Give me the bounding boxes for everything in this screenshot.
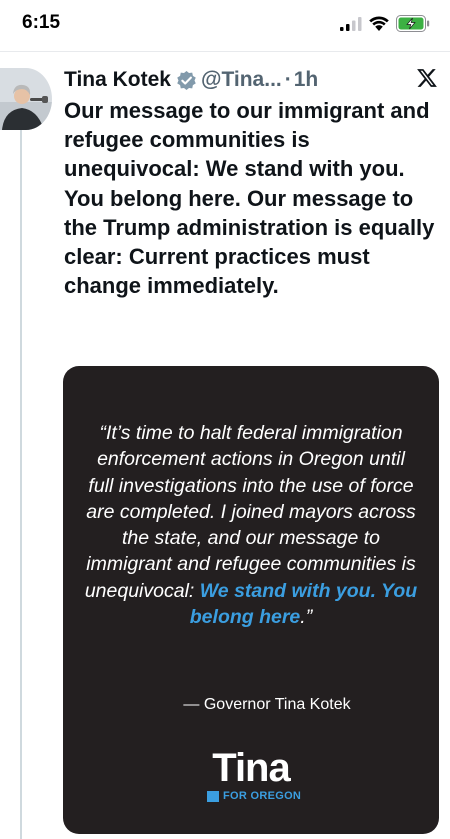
quote-attribution: — Governor Tina Kotek	[183, 696, 351, 713]
author-handle[interactable]: @Tina...	[201, 68, 282, 92]
author-display-name[interactable]: Tina Kotek	[64, 68, 171, 92]
brand-flag-icon	[207, 790, 219, 802]
status-time: 6:15	[22, 12, 61, 33]
tweet-text: Our message to our immigrant and refugee…	[64, 98, 435, 299]
tweet-media-image[interactable]: “It’s time to halt federal immigration e…	[63, 366, 439, 834]
brand-logo-subtitle: FOR OREGON	[207, 789, 301, 803]
brand-subtitle-text: FOR OREGON	[223, 790, 302, 802]
status-bar: 6:15	[0, 0, 450, 48]
status-divider	[0, 51, 450, 52]
quote-end: .”	[300, 606, 313, 629]
verified-badge-icon	[177, 70, 196, 90]
tweet-header: Tina Kotek @Tina... · 1h	[64, 66, 444, 94]
signal-icon	[340, 17, 362, 31]
tweet-time[interactable]: 1h	[294, 68, 319, 92]
quote-text: “It’s time to halt federal immigration e…	[84, 422, 416, 602]
x-logo-icon[interactable]	[416, 67, 438, 89]
header-separator: ·	[284, 68, 292, 91]
brand-logo-name: Tina	[212, 746, 291, 790]
battery-charging-icon	[396, 15, 430, 32]
wifi-icon	[369, 16, 389, 31]
avatar-image	[0, 68, 52, 130]
avatar[interactable]	[0, 68, 52, 130]
thread-line	[20, 130, 22, 839]
media-quote: “It’s time to halt federal immigration e…	[83, 420, 419, 630]
